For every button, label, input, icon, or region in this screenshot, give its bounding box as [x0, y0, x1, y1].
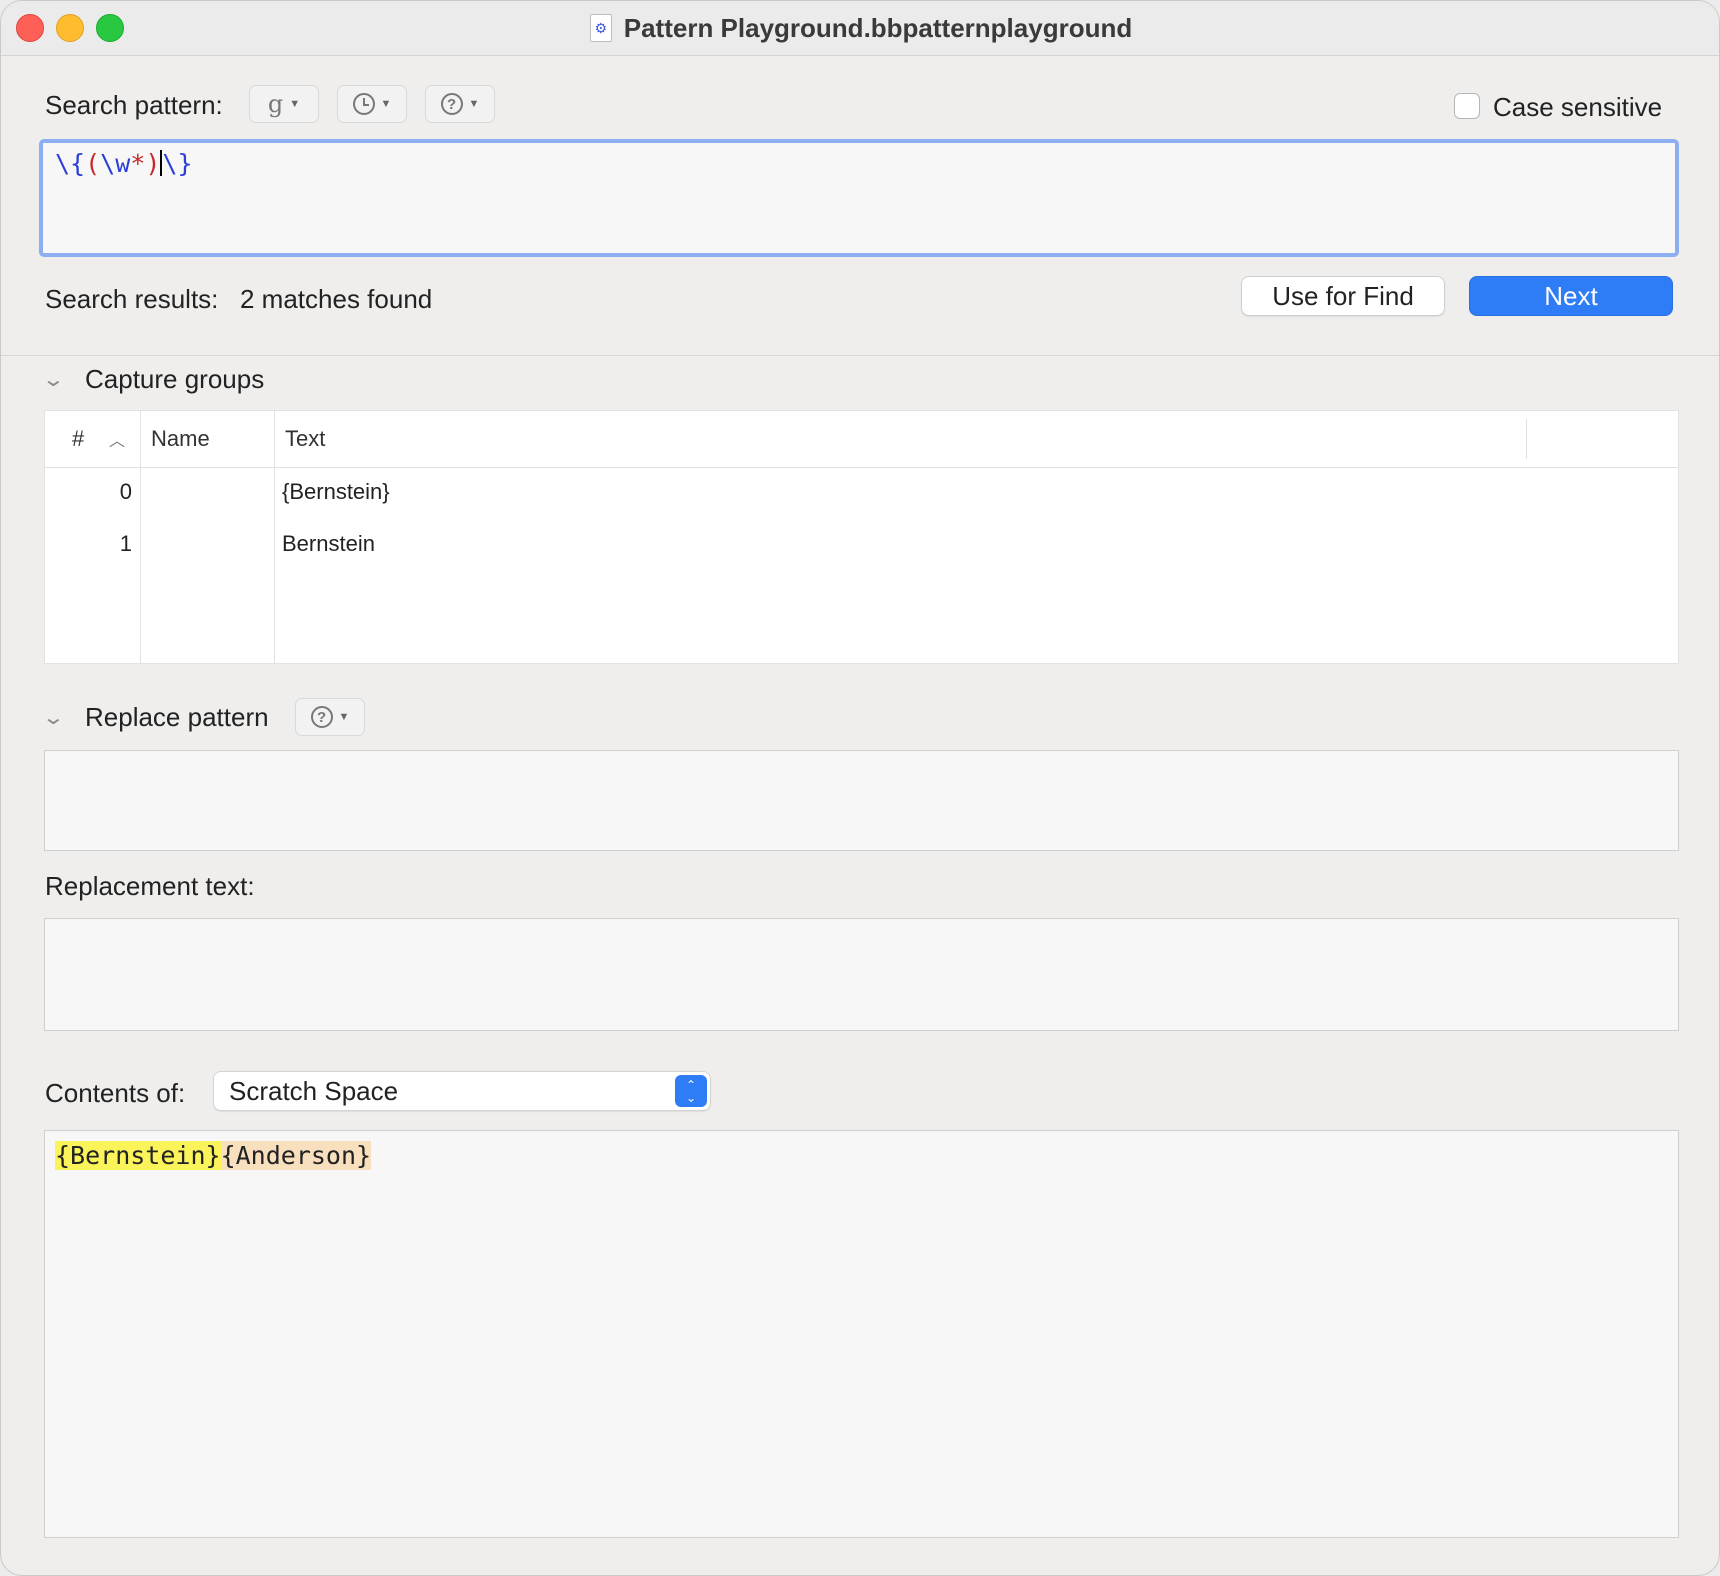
- replace-pattern-title: Replace pattern: [85, 702, 269, 732]
- chevron-down-icon[interactable]: ⌄: [42, 705, 65, 730]
- table-header: # ︿ Name Text: [45, 411, 1678, 468]
- column-header-text[interactable]: Text: [285, 411, 325, 467]
- contents-text-area[interactable]: {Bernstein}{Anderson}: [44, 1130, 1679, 1538]
- sort-ascending-icon[interactable]: ︿: [109, 411, 125, 467]
- contents-text: {Bernstein}{Anderson}: [55, 1141, 372, 1170]
- grep-g-icon: g: [267, 90, 284, 118]
- capture-groups-title: Capture groups: [85, 364, 265, 394]
- pattern-help-button[interactable]: ? ▼: [425, 85, 495, 123]
- match-highlight: {Bernstein}: [55, 1141, 221, 1170]
- history-button[interactable]: ▼: [337, 85, 407, 123]
- replacement-text-label: Replacement text:: [45, 871, 255, 901]
- search-results-label: Search results:: [45, 284, 219, 314]
- grep-options-button[interactable]: g ▼: [249, 85, 319, 123]
- use-for-find-button[interactable]: Use for Find: [1241, 276, 1445, 316]
- gear-icon: ⚙: [589, 14, 612, 42]
- pattern-playground-window: ⚙ Pattern Playground.bbpatternplayground…: [0, 0, 1720, 1576]
- column-divider: [274, 411, 275, 665]
- select-stepper-icon: ⌃ ⌃: [675, 1075, 707, 1107]
- chevron-down-icon: ▼: [468, 98, 480, 110]
- replace-pattern-field[interactable]: [44, 750, 1679, 851]
- pattern-token: ): [145, 149, 161, 178]
- section-divider: [1, 355, 1719, 356]
- contents-of-label: Contents of:: [45, 1078, 186, 1108]
- row-text: Bernstein: [282, 531, 375, 556]
- row-text: {Bernstein}: [282, 479, 390, 504]
- chevron-down-icon: ▼: [289, 98, 301, 110]
- match-highlight: {Anderson}: [220, 1141, 372, 1170]
- pattern-token: \{: [55, 149, 86, 178]
- next-button[interactable]: Next: [1469, 276, 1673, 316]
- clock-icon: [352, 93, 375, 115]
- replace-help-button[interactable]: ? ▼: [295, 698, 365, 736]
- help-icon: ?: [310, 706, 333, 728]
- contents-source-select[interactable]: Scratch Space ⌃ ⌃: [213, 1071, 711, 1111]
- column-divider: [140, 411, 141, 665]
- column-header-name[interactable]: Name: [151, 411, 210, 467]
- row-number: 1: [119, 531, 132, 556]
- replacement-text-field[interactable]: [44, 918, 1679, 1031]
- pattern-token: *: [130, 149, 146, 178]
- title-bar: ⚙ Pattern Playground.bbpatternplayground: [1, 1, 1719, 56]
- chevron-down-icon[interactable]: ⌄: [42, 367, 65, 392]
- case-sensitive-label[interactable]: Case sensitive: [1493, 92, 1662, 123]
- search-pattern-field[interactable]: \{(\w*)\}: [39, 139, 1679, 257]
- capture-groups-table[interactable]: # ︿ Name Text 0 {Bernstein} 1 Bernstein: [44, 410, 1679, 665]
- search-pattern-label: Search pattern:: [45, 90, 223, 120]
- pattern-token: (: [85, 149, 101, 178]
- column-header-number[interactable]: #: [72, 411, 84, 467]
- row-number: 0: [119, 479, 132, 504]
- search-results-count: 2 matches found: [240, 284, 433, 314]
- chevron-down-icon: ▼: [338, 711, 350, 723]
- column-divider: [1526, 419, 1527, 459]
- chevron-down-icon: ▼: [380, 98, 392, 110]
- help-icon: ?: [440, 93, 463, 115]
- window-title: Pattern Playground.bbpatternplayground: [623, 12, 1133, 43]
- pattern-token: \}: [162, 149, 193, 178]
- search-pattern-text: \{(\w*)\}: [55, 149, 193, 178]
- case-sensitive-checkbox[interactable]: [1454, 93, 1480, 119]
- pattern-token: \w: [100, 149, 131, 178]
- window-title-area: ⚙ Pattern Playground.bbpatternplayground: [1, 1, 1719, 55]
- contents-source-value: Scratch Space: [229, 1076, 399, 1106]
